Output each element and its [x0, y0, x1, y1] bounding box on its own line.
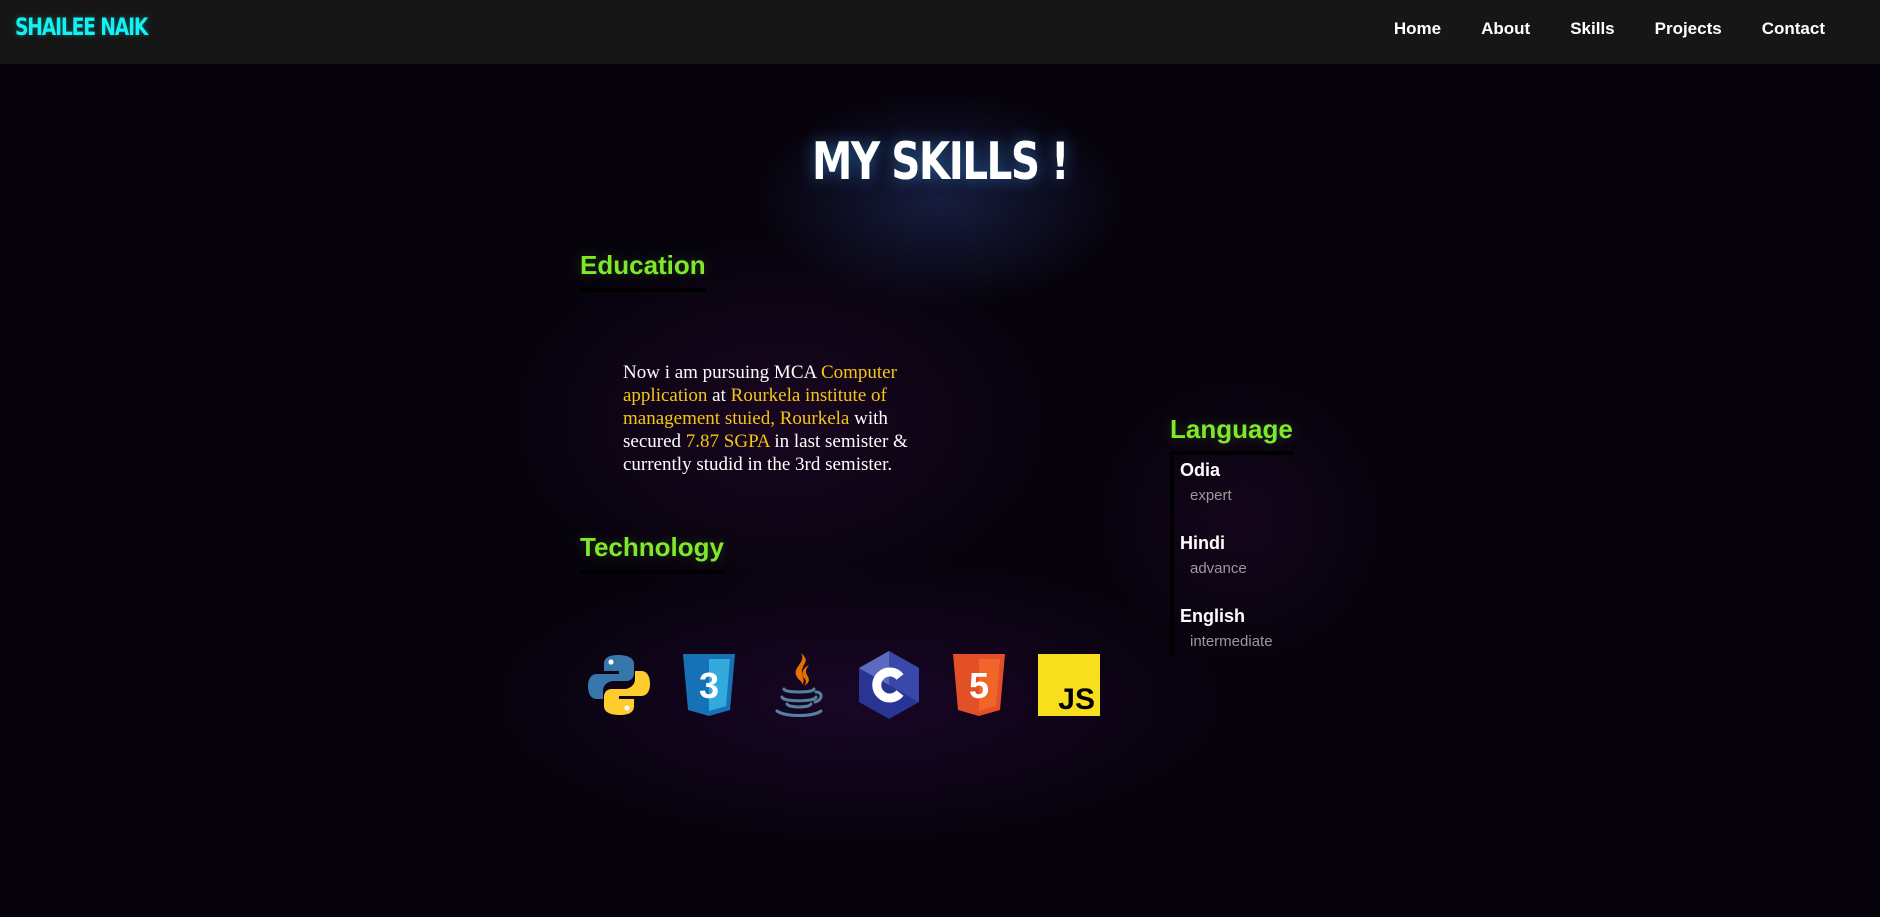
language-level: intermediate: [1190, 633, 1273, 650]
technology-heading: Technology: [580, 532, 724, 574]
site-logo[interactable]: SHAILEE NAIK: [15, 13, 148, 41]
language-list: Odia expert Hindi advance English interm…: [1170, 456, 1294, 656]
language-item: English intermediate: [1180, 606, 1273, 650]
language-level: advance: [1190, 560, 1247, 577]
navbar: SHAILEE NAIK Home About Skills Projects …: [0, 0, 1880, 64]
education-heading: Education: [580, 250, 706, 292]
language-name: Hindi: [1180, 533, 1225, 553]
education-text-part: Now i am pursuing MCA: [623, 362, 821, 383]
python-icon: [585, 650, 653, 720]
c-icon: [855, 650, 923, 720]
nav-link-home[interactable]: Home: [1394, 19, 1441, 39]
language-item: Odia expert: [1180, 460, 1232, 504]
education-text-part: at: [707, 385, 731, 406]
skills-page: SHAILEE NAIK Home About Skills Projects …: [0, 0, 1880, 917]
language-name: English: [1180, 606, 1246, 626]
education-text: Now i am pursuing MCA Computer applicati…: [623, 361, 933, 476]
nav-links: Home About Skills Projects Contact: [1354, 19, 1825, 39]
java-icon: [765, 650, 833, 720]
css3-icon-label: 3: [699, 665, 719, 706]
javascript-icon-label: JS: [1058, 683, 1095, 716]
language-level: expert: [1190, 487, 1232, 504]
nav-link-contact[interactable]: Contact: [1762, 19, 1825, 39]
css3-icon: 3: [675, 650, 743, 720]
language-item: Hindi advance: [1180, 533, 1247, 577]
language-heading: Language: [1170, 414, 1293, 455]
technology-icons: 3 5 JS: [585, 650, 1125, 720]
education-highlight-sgpa: 7.87 SGPA: [685, 431, 770, 452]
nav-link-projects[interactable]: Projects: [1655, 19, 1722, 39]
language-name: Odia: [1180, 460, 1221, 480]
nav-link-skills[interactable]: Skills: [1570, 19, 1614, 39]
page-title: MY SKILLS !: [812, 132, 1070, 192]
html5-icon-label: 5: [969, 665, 989, 706]
javascript-icon: JS: [1035, 650, 1103, 720]
nav-link-about[interactable]: About: [1481, 19, 1530, 39]
html5-icon: 5: [945, 650, 1013, 720]
